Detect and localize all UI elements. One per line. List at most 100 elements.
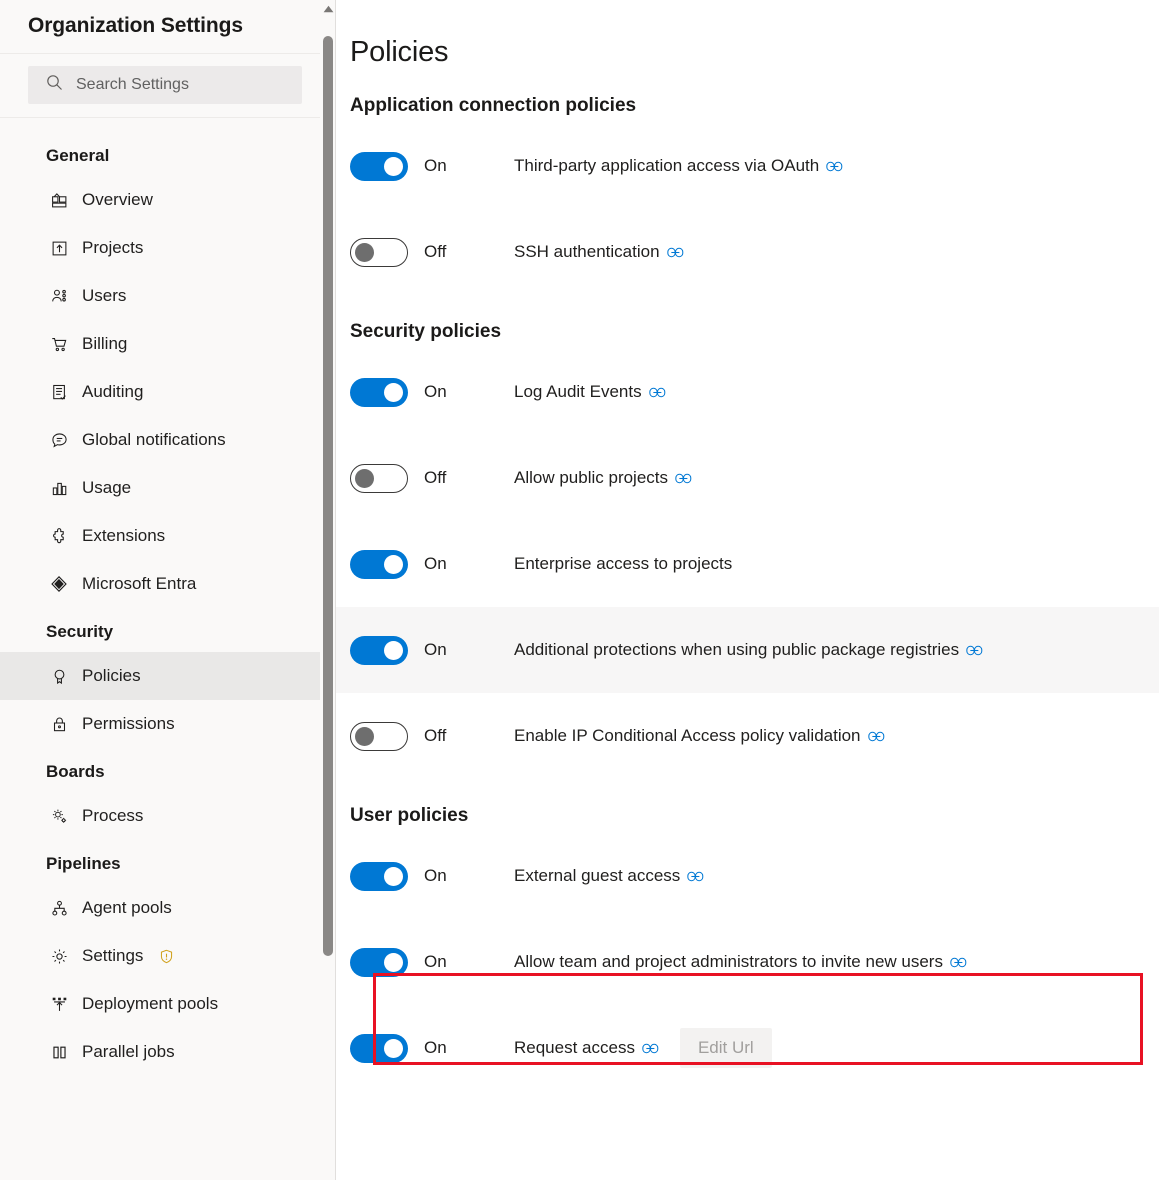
policy-toggle[interactable]: [350, 549, 408, 579]
policy-label: Request access: [514, 1038, 635, 1057]
parallel-jobs-icon: [50, 1043, 68, 1061]
policy-label: Enterprise access to projects: [514, 554, 733, 573]
policy-label-wrapper: Allow team and project administrators to…: [514, 952, 967, 972]
notifications-icon: [50, 431, 68, 449]
policy-label-wrapper: Log Audit Events: [514, 382, 666, 402]
policy-toggle[interactable]: [350, 635, 408, 665]
link-icon[interactable]: [966, 644, 983, 657]
policy-toggle[interactable]: [350, 463, 408, 493]
policy-toggle-state: On: [424, 1038, 447, 1057]
projects-icon: [50, 239, 68, 257]
policy-toggle[interactable]: [350, 151, 408, 181]
policy-row[interactable]: On Third-party application access via OA…: [336, 123, 1159, 209]
policy-row[interactable]: On Enterprise access to projects: [336, 521, 1159, 607]
toggle-knob: [355, 242, 374, 262]
section-security-policies: Security policies On Log Audit Events Of…: [336, 321, 1159, 779]
toggle-knob: [384, 156, 403, 176]
policy-toggle-state: Off: [424, 726, 447, 745]
sidebar-item-users[interactable]: Users: [0, 272, 336, 320]
policy-toggle[interactable]: [350, 237, 408, 267]
sidebar-item-settings[interactable]: Settings: [0, 932, 336, 980]
policy-toggle-state: On: [424, 866, 447, 885]
sidebar-item-billing[interactable]: Billing: [0, 320, 336, 368]
link-icon[interactable]: [642, 1042, 659, 1055]
sidebar-item-label: Billing: [82, 334, 128, 353]
sidebar-item-label: Deployment pools: [82, 994, 219, 1013]
toggle-knob: [384, 866, 403, 886]
sidebar-item-process[interactable]: Process: [0, 792, 336, 840]
sidebar-item-label: Users: [82, 286, 127, 305]
policy-row[interactable]: Off SSH authentication: [336, 209, 1159, 295]
policy-row[interactable]: On Additional protections when using pub…: [336, 607, 1159, 693]
policy-toggle-state: On: [424, 156, 447, 175]
search-icon: [46, 74, 63, 96]
sidebar-scrollbar[interactable]: [320, 0, 336, 1180]
link-icon[interactable]: [648, 386, 666, 399]
scroll-up-arrow-icon[interactable]: [320, 0, 336, 18]
policy-toggle[interactable]: [350, 1033, 408, 1063]
policy-toggle-state: Off: [424, 242, 447, 261]
sidebar-item-label: Global notifications: [82, 430, 226, 449]
toggle-knob: [355, 726, 374, 746]
sidebar-item-parallel-jobs[interactable]: Parallel jobs: [0, 1028, 336, 1076]
search-input[interactable]: Search Settings: [28, 66, 302, 104]
policy-label: Allow team and project administrators to…: [514, 952, 943, 971]
policy-toggle[interactable]: [350, 721, 408, 751]
link-icon[interactable]: [867, 730, 885, 743]
policy-label-wrapper: Additional protections when using public…: [514, 640, 983, 660]
sidebar-item-permissions[interactable]: Permissions: [0, 700, 336, 748]
policy-row[interactable]: Off Allow public projects: [336, 435, 1159, 521]
toggle-knob: [355, 468, 374, 488]
search-placeholder: Search Settings: [76, 76, 189, 93]
sidebar-item-deployment-pools[interactable]: Deployment pools: [0, 980, 336, 1028]
sidebar-item-usage[interactable]: Usage: [0, 464, 336, 512]
sidebar-item-global-notifications[interactable]: Global notifications: [0, 416, 336, 464]
nav-group-security: Security: [46, 622, 114, 641]
policy-label-wrapper: External guest access: [514, 866, 704, 886]
policy-label-wrapper: SSH authentication: [514, 242, 684, 262]
sidebar-item-overview[interactable]: Overview: [0, 176, 336, 224]
deployment-pools-icon: [50, 995, 68, 1013]
sidebar-item-microsoft-entra[interactable]: Microsoft Entra: [0, 560, 336, 608]
policy-label: Log Audit Events: [514, 382, 642, 401]
policy-toggle[interactable]: [350, 861, 408, 891]
toggle-knob: [384, 1038, 403, 1058]
sidebar-item-label: Settings: [82, 946, 144, 965]
policy-row[interactable]: Off Enable IP Conditional Access policy …: [336, 693, 1159, 779]
policy-row[interactable]: On Log Audit Events: [336, 349, 1159, 435]
policy-label-wrapper: Third-party application access via OAuth: [514, 156, 843, 176]
policy-toggle-state: On: [424, 382, 447, 401]
sidebar-item-agent-pools[interactable]: Agent pools: [0, 884, 336, 932]
policy-toggle[interactable]: [350, 947, 408, 977]
scrollbar-thumb[interactable]: [323, 36, 333, 956]
link-icon[interactable]: [687, 870, 704, 883]
nav-group-general: General: [46, 146, 110, 165]
sidebar-item-label: Agent pools: [82, 898, 172, 917]
link-icon[interactable]: [675, 472, 692, 485]
sidebar-item-label: Auditing: [82, 382, 144, 401]
sidebar-item-policies[interactable]: Policies: [0, 652, 336, 700]
policies-ribbon-icon: [50, 667, 68, 685]
sidebar-item-extensions[interactable]: Extensions: [0, 512, 336, 560]
section-user-policies: User policies On External guest access O…: [336, 805, 1159, 1091]
link-icon[interactable]: [950, 956, 967, 969]
toggle-knob: [384, 952, 403, 972]
policy-label-wrapper: Request access Edit Url: [514, 1028, 772, 1068]
auditing-icon: [50, 383, 68, 401]
policy-row-highlighted[interactable]: On Allow team and project administrators…: [336, 919, 1159, 1005]
link-icon[interactable]: [666, 246, 684, 259]
policy-row[interactable]: On External guest access: [336, 833, 1159, 919]
policy-label-wrapper: Allow public projects: [514, 468, 692, 488]
sidebar-item-label: Parallel jobs: [82, 1042, 175, 1061]
policy-row[interactable]: On Request access Edit Url: [336, 1005, 1159, 1091]
policy-toggle-state: On: [424, 640, 447, 659]
settings-sidebar: Organization Settings Search Settings Ge…: [0, 0, 336, 1180]
nav-group-boards: Boards: [46, 762, 105, 781]
sidebar-item-auditing[interactable]: Auditing: [0, 368, 336, 416]
sidebar-item-projects[interactable]: Projects: [0, 224, 336, 272]
link-icon[interactable]: [826, 160, 843, 173]
toggle-knob: [384, 640, 403, 660]
policy-toggle-state: On: [424, 952, 447, 971]
policy-toggle[interactable]: [350, 377, 408, 407]
edit-url-button[interactable]: Edit Url: [679, 1028, 772, 1068]
